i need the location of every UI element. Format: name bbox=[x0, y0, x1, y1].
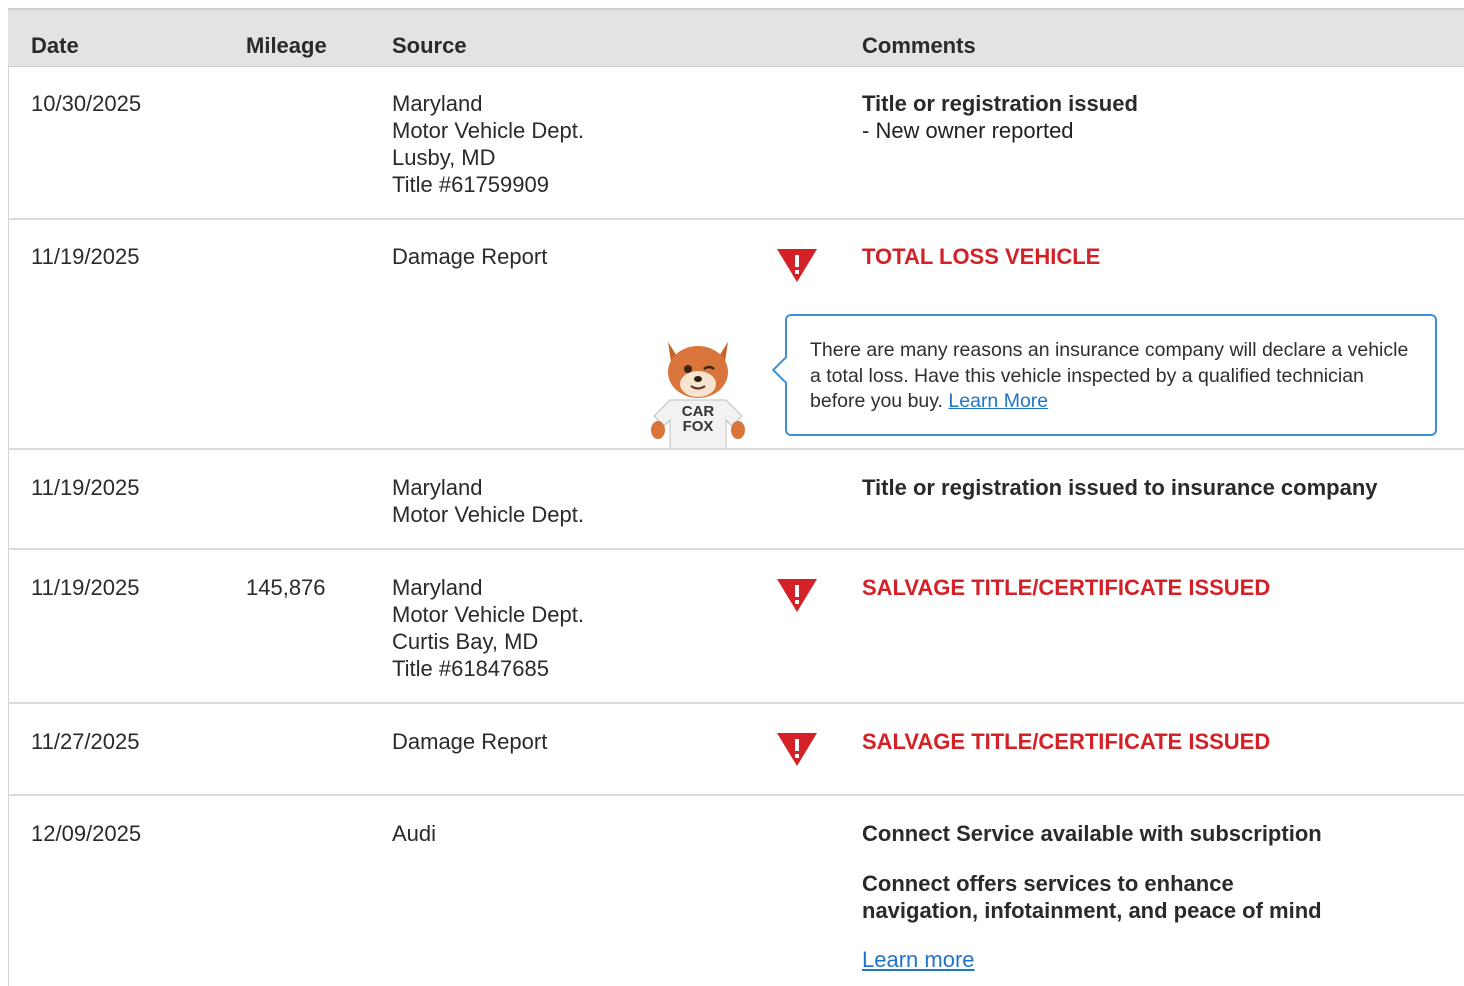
source-line: Lusby, MD bbox=[392, 145, 496, 170]
source-line: Maryland bbox=[392, 91, 483, 116]
warning-triangle-icon bbox=[777, 579, 817, 612]
source-line: Motor Vehicle Dept. bbox=[392, 602, 584, 627]
source-line: Curtis Bay, MD bbox=[392, 629, 539, 654]
row-date: 12/09/2025 bbox=[31, 821, 142, 846]
mascot-shirt-line-2: FOX bbox=[683, 418, 714, 435]
row-comment: Title or registration issued - New owner… bbox=[862, 90, 1138, 144]
row-source: Damage Report bbox=[392, 728, 547, 755]
row-date: 11/19/2025 bbox=[31, 244, 140, 269]
row-divider bbox=[8, 448, 1464, 450]
row-source: Maryland Motor Vehicle Dept. Lusby, MD T… bbox=[392, 90, 584, 198]
source-line: Title #61759909 bbox=[392, 172, 549, 197]
row-source: Maryland Motor Vehicle Dept. bbox=[392, 474, 584, 528]
row-source: Damage Report bbox=[392, 243, 547, 270]
row-date: 10/30/2025 bbox=[31, 91, 142, 116]
row-divider bbox=[8, 218, 1464, 220]
row-date: 11/27/2025 bbox=[31, 729, 140, 754]
learn-more-link[interactable]: Learn more bbox=[862, 947, 975, 972]
comment-detail: - New owner reported bbox=[862, 118, 1074, 143]
warning-triangle-icon bbox=[777, 249, 817, 282]
row-comment: Connect Service available with subscript… bbox=[862, 820, 1362, 973]
row-date: 11/19/2025 bbox=[31, 475, 140, 500]
callout-text: There are many reasons an insurance comp… bbox=[810, 339, 1409, 412]
callout-learn-more-link[interactable]: Learn More bbox=[948, 390, 1048, 412]
source-line: Title #61847685 bbox=[392, 656, 549, 681]
warning-triangle-icon bbox=[777, 733, 817, 766]
row-divider bbox=[8, 548, 1464, 550]
column-header-date: Date bbox=[31, 33, 79, 58]
table-header: Date Mileage Source Comments bbox=[8, 10, 1464, 67]
source-line: Audi bbox=[392, 821, 437, 846]
source-line: Maryland bbox=[392, 475, 483, 500]
row-source: Audi bbox=[392, 820, 436, 847]
total-loss-callout: There are many reasons an insurance comp… bbox=[785, 314, 1437, 436]
column-header-mileage: Mileage bbox=[246, 33, 327, 58]
alert-salvage-title: SALVAGE TITLE/CERTIFICATE ISSUED bbox=[862, 729, 1271, 754]
column-header-source: Source bbox=[392, 33, 467, 58]
row-divider bbox=[8, 794, 1464, 796]
source-line: Motor Vehicle Dept. bbox=[392, 502, 584, 527]
row-date: 11/19/2025 bbox=[31, 575, 140, 600]
comment-body: Connect offers services to enhance navig… bbox=[862, 871, 1322, 923]
comment-title: Title or registration issued to insuranc… bbox=[862, 475, 1378, 500]
source-line: Maryland bbox=[392, 575, 483, 600]
comment-title: Connect Service available with subscript… bbox=[862, 821, 1322, 846]
row-mileage: 145,876 bbox=[246, 575, 326, 600]
source-line: Damage Report bbox=[392, 729, 548, 754]
comment-title: Title or registration issued bbox=[862, 91, 1138, 116]
source-line: Motor Vehicle Dept. bbox=[392, 118, 584, 143]
source-line: Damage Report bbox=[392, 244, 548, 269]
row-divider bbox=[8, 702, 1464, 704]
alert-salvage-title: SALVAGE TITLE/CERTIFICATE ISSUED bbox=[862, 575, 1271, 600]
row-source: Maryland Motor Vehicle Dept. Curtis Bay,… bbox=[392, 574, 584, 682]
column-header-comments: Comments bbox=[862, 33, 976, 58]
alert-total-loss: TOTAL LOSS VEHICLE bbox=[862, 244, 1101, 269]
carfox-mascot: CAR FOX bbox=[651, 342, 745, 450]
